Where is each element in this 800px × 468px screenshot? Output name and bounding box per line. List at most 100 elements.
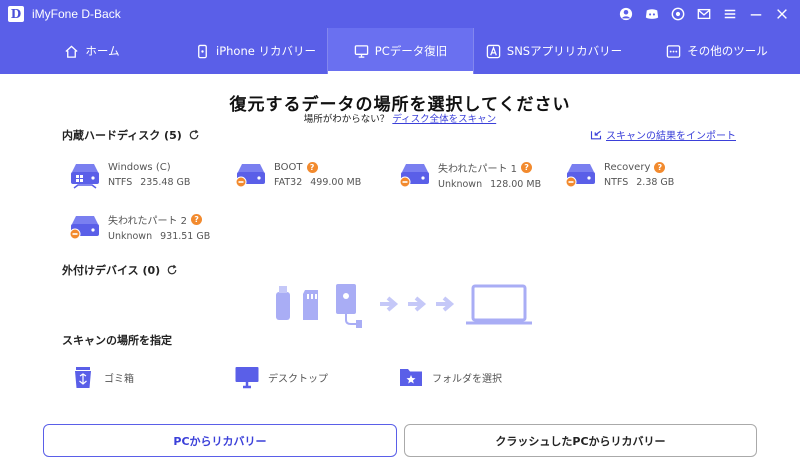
app-store-icon: [486, 44, 501, 58]
tab-sns-app-recovery[interactable]: SNSアプリリカバリー: [474, 28, 634, 74]
import-scan-results-label: スキャンの結果をインポート: [606, 131, 736, 142]
drive-filesystem: NTFS: [108, 177, 133, 188]
monitor-icon: [235, 367, 259, 389]
location-select-folder[interactable]: フォルダを選択: [398, 364, 502, 390]
external-devices-header: 外付けデバイス (0): [62, 262, 178, 278]
drive-filesystem: NTFS: [604, 177, 629, 188]
drive-meta: FAT32 499.00 MB: [274, 177, 361, 188]
app-logo: D: [8, 6, 24, 22]
pc-icon: [354, 44, 369, 58]
title-bar: D iMyFone D-Back: [0, 0, 800, 28]
location-label: デスクトップ: [268, 373, 328, 385]
tab-iphone-recovery[interactable]: iPhone リカバリー: [184, 28, 327, 74]
drive-size: 499.00 MB: [310, 177, 362, 188]
home-icon: [65, 44, 78, 58]
menu-icon[interactable]: [720, 4, 740, 24]
usb-drive-icon: [276, 286, 290, 320]
scan-whole-disk-line: 場所がわからない？ ディスク全体をスキャン: [0, 111, 800, 125]
drive-name: BOOT: [274, 162, 303, 173]
drive-name: 失われたパート 2: [108, 216, 188, 227]
hard-drive-icon: [234, 160, 268, 190]
drive-info: BOOT? FAT32 499.00 MB: [274, 162, 361, 188]
external-device-illustration: [276, 284, 532, 328]
tab-iphone-recovery-label: iPhone リカバリー: [216, 44, 316, 58]
tab-pc-data-recovery-label: PCデータ復旧: [374, 44, 448, 58]
tab-pc-data-recovery[interactable]: PCデータ復旧: [328, 28, 473, 74]
recover-from-pc-button[interactable]: PCからリカバリー: [43, 424, 397, 457]
drive-item-lost-part-1[interactable]: 失われたパート 1? Unknown 128.00 MB: [398, 160, 541, 190]
drive-meta: NTFS 235.48 GB: [108, 177, 190, 188]
drive-error-badge: [69, 228, 81, 240]
internal-disks-title: 内蔵ハードディスク (5): [62, 129, 182, 142]
phone-icon: [198, 44, 207, 58]
drive-name: Windows (C): [108, 162, 171, 173]
location-desktop[interactable]: デスクトップ: [234, 364, 328, 390]
warning-icon: ?: [521, 162, 533, 173]
title-bar-controls: [616, 4, 792, 24]
drive-meta: Unknown 931.51 GB: [108, 231, 210, 242]
drive-item-recovery[interactable]: Recovery? NTFS 2.38 GB: [564, 160, 674, 190]
drive-size: 128.00 MB: [490, 179, 542, 190]
location-label: ゴミ箱: [104, 373, 134, 385]
hard-drive-icon: [68, 160, 102, 190]
folder-icon: [400, 369, 422, 386]
external-hdd-icon: [336, 284, 362, 328]
tab-home[interactable]: ホーム: [0, 28, 184, 74]
hard-drive-icon: [68, 212, 102, 242]
drive-size: 235.48 GB: [140, 177, 191, 188]
drive-filesystem: FAT32: [274, 177, 303, 188]
user-icon[interactable]: [616, 4, 636, 24]
drive-item-boot[interactable]: BOOT? FAT32 499.00 MB: [234, 160, 361, 190]
main-nav: ホーム iPhone リカバリー PCデータ復旧 SNSアプリリカバリー その他…: [0, 28, 800, 74]
import-icon: [590, 130, 602, 139]
refresh-icon[interactable]: [188, 129, 200, 141]
recover-from-crashed-pc-button[interactable]: クラッシュしたPCからリカバリー: [404, 424, 757, 457]
warning-icon: ?: [654, 162, 666, 173]
internal-disks-header: 内蔵ハードディスク (5): [62, 127, 200, 143]
tab-sns-app-recovery-label: SNSアプリリカバリー: [506, 44, 623, 58]
drive-error-badge: [565, 176, 577, 188]
drive-size: 2.38 GB: [636, 177, 675, 188]
subline-prefix: 場所がわからない？: [303, 114, 390, 125]
tab-other-tools[interactable]: その他のツール: [634, 28, 800, 74]
tab-home-label: ホーム: [85, 44, 120, 58]
external-devices-title: 外付けデバイス (0): [62, 264, 161, 277]
scan-location-header: スキャンの場所を指定: [62, 332, 172, 348]
trash-icon: [75, 367, 91, 388]
drive-size: 931.51 GB: [160, 231, 211, 242]
arrow-right-icon: [380, 296, 455, 312]
drive-name: 失われたパート 1: [438, 164, 518, 175]
drive-meta: NTFS 2.38 GB: [604, 177, 674, 188]
scan-whole-disk-link[interactable]: ディスク全体をスキャン: [392, 114, 496, 125]
drive-error-badge: [399, 176, 411, 188]
location-label: フォルダを選択: [432, 373, 502, 385]
drive-meta: Unknown 128.00 MB: [438, 179, 541, 190]
minimize-icon[interactable]: [746, 4, 766, 24]
hard-drive-icon: [398, 160, 432, 190]
app-title: iMyFone D-Back: [32, 7, 121, 21]
grid-icon: [667, 44, 681, 58]
location-recycle-bin[interactable]: ゴミ箱: [70, 364, 134, 390]
scan-location-title: スキャンの場所を指定: [62, 334, 172, 347]
refresh-icon[interactable]: [166, 264, 178, 276]
mail-icon[interactable]: [694, 4, 714, 24]
drive-item-lost-part-2[interactable]: 失われたパート 2? Unknown 931.51 GB: [68, 212, 210, 242]
tab-other-tools-label: その他のツール: [687, 44, 768, 58]
target-icon[interactable]: [668, 4, 688, 24]
warning-icon: ?: [191, 214, 203, 225]
drive-info: 失われたパート 1? Unknown 128.00 MB: [438, 160, 541, 190]
drive-error-badge: [235, 176, 247, 188]
drive-item-windows-c[interactable]: Windows (C) NTFS 235.48 GB: [68, 160, 190, 190]
import-scan-results-link[interactable]: スキャンの結果をインポート: [590, 127, 736, 142]
drive-info: Recovery? NTFS 2.38 GB: [604, 162, 674, 188]
discord-icon[interactable]: [642, 4, 662, 24]
drive-info: Windows (C) NTFS 235.48 GB: [108, 162, 190, 188]
laptop-icon: [466, 284, 532, 325]
drive-filesystem: Unknown: [108, 231, 153, 242]
drive-info: 失われたパート 2? Unknown 931.51 GB: [108, 212, 210, 242]
drive-filesystem: Unknown: [438, 179, 483, 190]
close-icon[interactable]: [772, 4, 792, 24]
warning-icon: ?: [306, 162, 318, 173]
hard-drive-icon: [564, 160, 598, 190]
sd-card-icon: [303, 290, 318, 320]
